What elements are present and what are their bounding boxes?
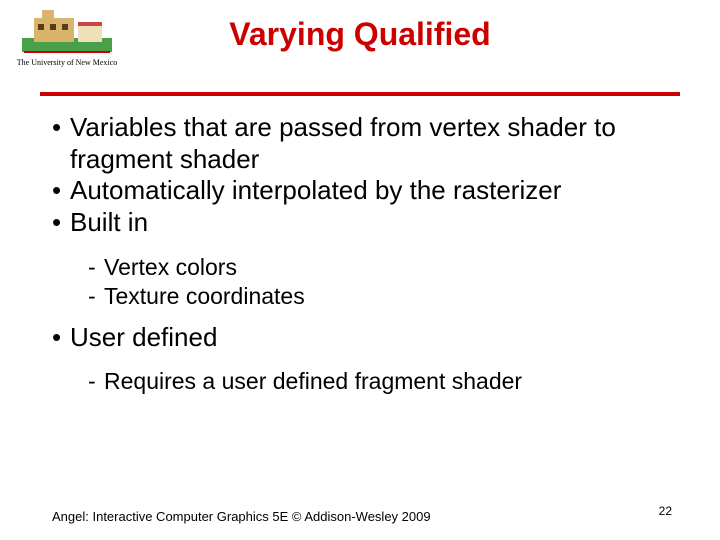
sub-bullet-item: -Vertex colors <box>88 253 680 282</box>
bullet-item: •User defined <box>52 322 680 354</box>
footer-citation: Angel: Interactive Computer Graphics 5E … <box>52 509 431 524</box>
bullet-item: •Automatically interpolated by the raste… <box>52 175 680 207</box>
page-number: 22 <box>659 504 672 518</box>
title-underline <box>40 92 680 96</box>
sub-bullet-group: -Vertex colors -Texture coordinates <box>88 253 680 312</box>
sub-bullet-item: -Texture coordinates <box>88 282 680 311</box>
bullet-text: Built in <box>70 207 148 237</box>
logo-caption: The University of New Mexico <box>12 58 122 67</box>
bullet-text: Variables that are passed from vertex sh… <box>70 112 616 174</box>
sub-bullet-text: Requires a user defined fragment shader <box>104 368 522 394</box>
bullet-text: User defined <box>70 322 217 352</box>
sub-bullet-text: Vertex colors <box>104 254 237 280</box>
slide-body: •Variables that are passed from vertex s… <box>52 112 680 407</box>
sub-bullet-group: -Requires a user defined fragment shader <box>88 367 680 396</box>
sub-bullet-item: -Requires a user defined fragment shader <box>88 367 680 396</box>
bullet-item: •Built in <box>52 207 680 239</box>
sub-bullet-text: Texture coordinates <box>104 283 305 309</box>
slide-title: Varying Qualified <box>0 16 720 53</box>
bullet-text: Automatically interpolated by the raster… <box>70 175 561 205</box>
bullet-item: •Variables that are passed from vertex s… <box>52 112 680 175</box>
